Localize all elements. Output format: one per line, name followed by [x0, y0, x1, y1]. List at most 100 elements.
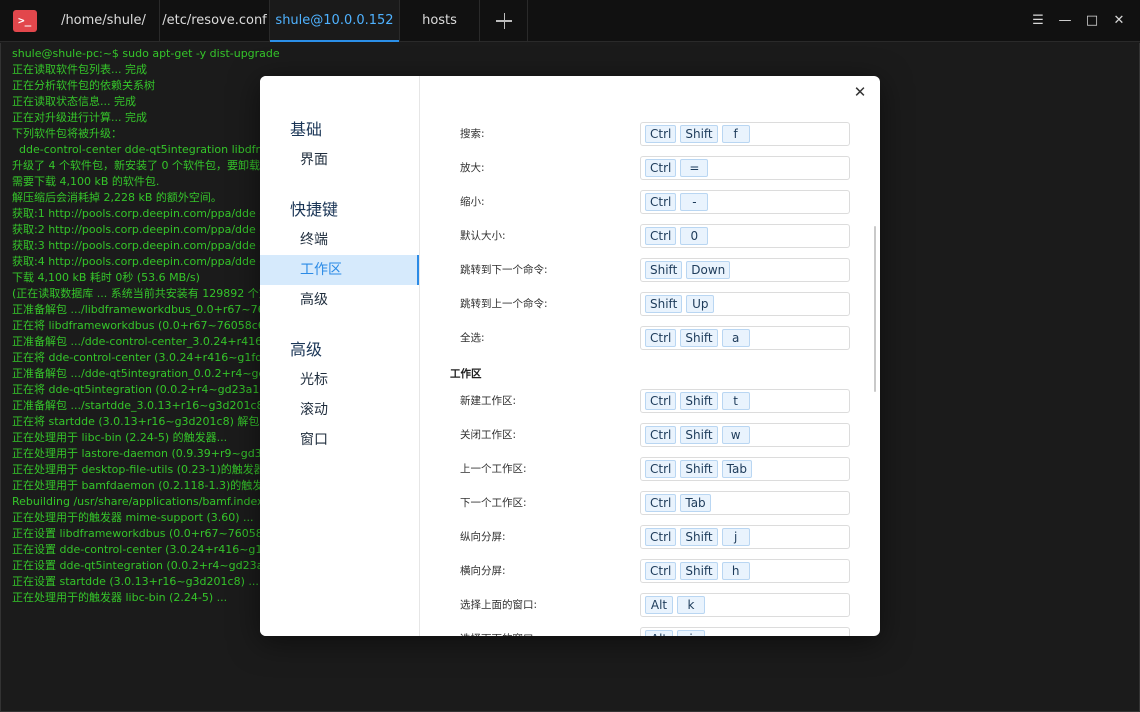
shortcut-key-field[interactable]: Ctrl Shift j [640, 525, 850, 549]
key-chip: Shift [680, 528, 718, 546]
shortcut-row: 缩小: Ctrl - [420, 190, 880, 214]
shortcut-row: 横向分屏: Ctrl Shift h [420, 559, 880, 583]
shortcut-row: 下一个工作区: Ctrl Tab [420, 491, 880, 515]
title-bar: >_ /home/shule/ /etc/resove.conf shule@1… [0, 0, 1140, 42]
nav-item-scroll[interactable]: 滚动 [260, 395, 419, 425]
key-chip: Shift [680, 329, 718, 347]
shortcut-key-field[interactable]: Ctrl Shift f [640, 122, 850, 146]
key-chip: Tab [721, 460, 752, 478]
shortcut-key-field[interactable]: Ctrl Shift a [640, 326, 850, 350]
key-chip: Alt [645, 596, 673, 614]
shortcut-label: 默认大小: [460, 230, 506, 242]
shortcut-key-field[interactable]: Ctrl Tab [640, 491, 850, 515]
key-chip: Shift [645, 261, 683, 279]
tab-home-shule[interactable]: /home/shule/ [48, 0, 160, 42]
minimize-icon[interactable]: — [1057, 13, 1073, 29]
shortcut-key-field[interactable]: Ctrl 0 [640, 224, 850, 248]
shortcut-row: 关闭工作区: Ctrl Shift w [420, 423, 880, 447]
key-chip: t [721, 392, 750, 410]
shortcut-label: 横向分屏: [460, 565, 506, 577]
settings-dialog: 基础 界面 快捷键 终端 工作区 高级 高级 光标 滚动 窗口 工作区 搜索: C… [260, 76, 880, 636]
terminal-app-icon[interactable]: >_ [13, 10, 37, 32]
nav-group-shortcuts: 快捷键 [290, 200, 339, 219]
close-dialog-icon[interactable]: ✕ [850, 82, 870, 102]
shortcut-label: 跳转到上一个命令: [460, 298, 548, 310]
shortcut-label: 下一个工作区: [460, 497, 527, 509]
shortcut-row: 跳转到上一个命令: Shift Up [420, 292, 880, 316]
shortcut-row: 搜索: Ctrl Shift f [420, 122, 880, 146]
nav-item-terminal[interactable]: 终端 [260, 225, 419, 255]
shortcut-key-field[interactable]: Altj [640, 627, 850, 636]
key-chip: Up [686, 295, 715, 313]
menu-icon[interactable]: ☰ [1030, 13, 1046, 29]
nav-group-advanced: 高级 [290, 340, 323, 359]
shortcut-key-field[interactable]: Ctrl Shift Tab [640, 457, 850, 481]
key-chip: j [721, 528, 750, 546]
shortcut-label: 新建工作区: [460, 395, 517, 407]
shortcut-label: 选择下面的窗口: [460, 627, 537, 636]
key-chip: j [677, 630, 705, 636]
nav-item-window[interactable]: 窗口 [260, 425, 419, 455]
shortcut-label: 缩小: [460, 196, 485, 208]
settings-nav: 基础 界面 快捷键 终端 工作区 高级 高级 光标 滚动 窗口 [260, 76, 420, 636]
add-tab-icon[interactable] [480, 0, 528, 42]
shortcut-label: 关闭工作区: [460, 429, 517, 441]
shortcut-label: 跳转到下一个命令: [460, 264, 548, 276]
shortcut-key-field[interactable]: Shift Down [640, 258, 850, 282]
key-chip: Ctrl [645, 193, 677, 211]
nav-item-interface[interactable]: 界面 [260, 145, 419, 175]
key-chip: Ctrl [645, 562, 677, 580]
key-chip: k [677, 596, 705, 614]
shortcut-key-field[interactable]: Ctrl Shift h [640, 559, 850, 583]
maximize-icon[interactable]: □ [1084, 13, 1100, 29]
key-chip: Shift [680, 392, 718, 410]
shortcut-key-field[interactable]: Ctrl Shift t [640, 389, 850, 413]
key-chip: Tab [680, 494, 711, 512]
shortcut-key-field[interactable]: Ctrl - [640, 190, 850, 214]
key-chip: - [680, 193, 709, 211]
shortcut-row: 上一个工作区: Ctrl Shift Tab [420, 457, 880, 481]
shortcut-key-field[interactable]: Ctrl Shift w [640, 423, 850, 447]
key-chip: Ctrl [645, 125, 677, 143]
shortcut-row: 新建工作区: Ctrl Shift t [420, 389, 880, 413]
shortcut-label: 纵向分屏: [460, 531, 506, 543]
key-chip: Ctrl [645, 159, 677, 177]
nav-item-cursor[interactable]: 光标 [260, 365, 419, 395]
tab-etc-resove-conf[interactable]: /etc/resove.conf [160, 0, 270, 42]
close-window-icon[interactable]: ✕ [1111, 13, 1127, 29]
nav-item-advanced-shortcuts[interactable]: 高级 [260, 285, 419, 315]
shortcut-key-field[interactable]: Alt k [640, 593, 850, 617]
shortcut-label: 放大: [460, 162, 485, 174]
shortcut-row: 纵向分屏: Ctrl Shift j [420, 525, 880, 549]
key-chip: w [721, 426, 750, 444]
key-chip: h [721, 562, 750, 580]
key-chip: f [721, 125, 750, 143]
shortcut-label: 搜索: [460, 128, 485, 140]
nav-group-basic: 基础 [290, 120, 323, 139]
key-chip: = [680, 159, 709, 177]
key-chip: Ctrl [645, 494, 677, 512]
nav-item-workspace[interactable]: 工作区 [260, 255, 419, 285]
shortcut-row: 跳转到下一个命令: Shift Down [420, 258, 880, 282]
key-chip: Alt [645, 630, 673, 636]
shortcut-label: 全选: [460, 332, 485, 344]
shortcut-row: 选择上面的窗口: Alt k [420, 593, 880, 617]
shortcut-label: 选择上面的窗口: [460, 599, 538, 611]
key-chip: Ctrl [645, 528, 677, 546]
key-chip: Down [686, 261, 731, 279]
content-scrollbar[interactable] [874, 226, 876, 392]
shortcut-key-field[interactable]: Shift Up [640, 292, 850, 316]
key-chip: Shift [680, 460, 718, 478]
key-chip: a [721, 329, 750, 347]
shortcut-row: 放大: Ctrl = [420, 156, 880, 180]
shortcut-label: 上一个工作区: [460, 463, 527, 475]
shortcut-row: 选择下面的窗口: Altj [420, 627, 880, 636]
shortcut-row: 全选: Ctrl Shift a [420, 326, 880, 350]
terminal-line: shule@shule-pc:~$ sudo apt-get -y dist-u… [12, 47, 280, 60]
shortcut-key-field[interactable]: Ctrl = [640, 156, 850, 180]
key-chip: Ctrl [645, 426, 677, 444]
tab-ssh-session[interactable]: shule@10.0.0.152 [270, 0, 400, 42]
key-chip: Shift [680, 125, 718, 143]
tab-hosts[interactable]: hosts [400, 0, 480, 42]
key-chip: Ctrl [645, 329, 677, 347]
